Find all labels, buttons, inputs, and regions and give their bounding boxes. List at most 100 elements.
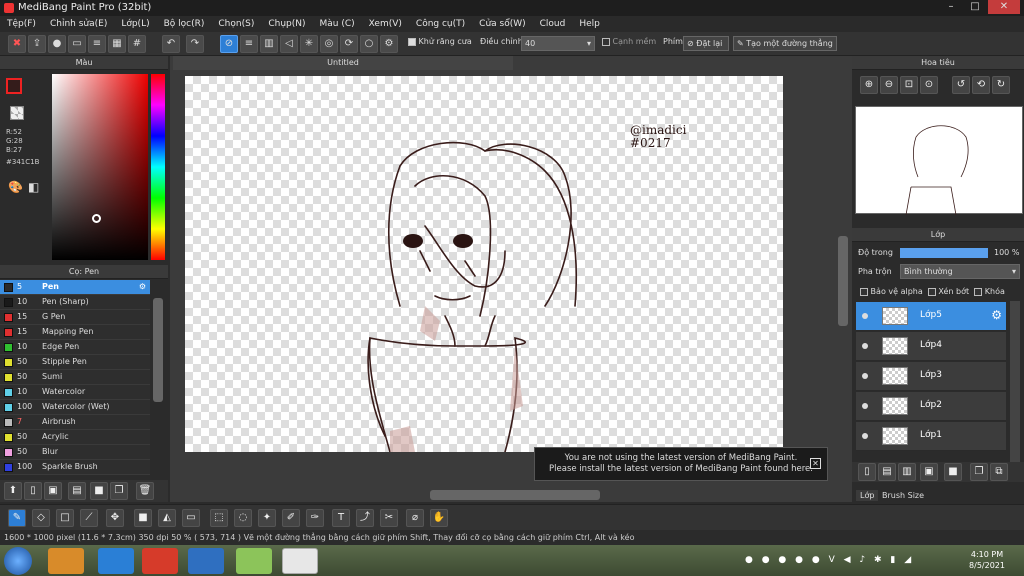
divide-tool-icon[interactable]: ✂ xyxy=(380,509,398,527)
layer-row[interactable]: Lớp2 xyxy=(856,392,1006,421)
brush-trash-icon[interactable]: 🗑 xyxy=(136,482,154,500)
layer-settings-gear-icon[interactable]: ⚙ xyxy=(991,308,1002,322)
antialias-checkbox[interactable] xyxy=(408,37,416,46)
brush-item[interactable]: 100 Sparkle Brush xyxy=(0,460,150,475)
document-icon[interactable]: ≡ xyxy=(88,35,106,53)
color-picker-area[interactable] xyxy=(52,74,148,260)
blend-dropdown[interactable]: Bình thường ▾ xyxy=(900,264,1020,279)
tab-brush-size[interactable]: Brush Size xyxy=(878,490,928,501)
brush-scrollbar[interactable] xyxy=(153,298,163,402)
brush-item[interactable]: 10 Edge Pen xyxy=(0,340,150,355)
edge-checkbox[interactable] xyxy=(602,37,610,46)
menu-edit[interactable]: Chỉnh sửa(E) xyxy=(43,16,114,32)
curve-snap-icon[interactable]: ⟳ xyxy=(340,35,358,53)
close-button[interactable]: ✕ xyxy=(988,0,1020,14)
lasso-tool-icon[interactable]: ◌ xyxy=(234,509,252,527)
brush-item[interactable]: 5 Pen ⚙ xyxy=(0,280,150,295)
menu-snap[interactable]: Chụp(N) xyxy=(261,16,312,32)
layer-menu-icon[interactable]: ▣ xyxy=(920,463,938,481)
brush-tool-icon[interactable]: ✎ xyxy=(8,509,26,527)
rotate-left-icon[interactable]: ↺ xyxy=(952,76,970,94)
brush-settings-gear-icon[interactable]: ⚙ xyxy=(139,280,146,294)
lock-checkbox[interactable] xyxy=(974,287,983,296)
menu-tools[interactable]: Công cụ(T) xyxy=(409,16,472,32)
brush-item[interactable]: 7 Airbrush xyxy=(0,415,150,430)
brush-item[interactable]: 10 Pen (Sharp) xyxy=(0,295,150,310)
new-8bit-layer-icon[interactable]: ▥ xyxy=(898,463,916,481)
layer-row[interactable]: Lớp3 xyxy=(856,362,1006,391)
correction-tool-icon[interactable]: ⟋ xyxy=(80,509,98,527)
magic-wand-icon[interactable]: ✦ xyxy=(258,509,276,527)
adjust-dropdown[interactable]: 40 ▾ xyxy=(521,36,595,51)
menu-window[interactable]: Cửa sổ(W) xyxy=(472,16,532,32)
dot-tool-icon[interactable]: □ xyxy=(56,509,74,527)
app-icon-green[interactable] xyxy=(236,548,272,574)
snap-settings-icon[interactable]: ⚙ xyxy=(380,35,398,53)
gradient-tool-icon[interactable]: ▭ xyxy=(182,509,200,527)
maximize-button[interactable]: □ xyxy=(964,0,986,14)
menu-select[interactable]: Chọn(S) xyxy=(211,16,261,32)
transparent-color-swatch[interactable] xyxy=(10,106,24,120)
brush-item[interactable]: 50 Acrylic xyxy=(0,430,150,445)
menu-filter[interactable]: Bộ lọc(R) xyxy=(157,16,212,32)
reset-button[interactable]: ⊘ Đặt lại xyxy=(683,36,729,51)
bucket-tool-icon[interactable]: ◭ xyxy=(158,509,176,527)
menu-help[interactable]: Help xyxy=(572,16,607,32)
brush-menu-icon[interactable]: ▣ xyxy=(44,482,62,500)
layer-scrollbar[interactable] xyxy=(1010,301,1020,465)
menu-cloud[interactable]: Cloud xyxy=(533,16,573,32)
undo-icon[interactable]: ↶ xyxy=(162,35,180,53)
edge-option[interactable]: Cạnh mềm xyxy=(602,37,656,46)
concentric-snap-icon[interactable]: ◎ xyxy=(320,35,338,53)
export-icon[interactable]: ⇪ xyxy=(28,35,46,53)
zoom-out-icon[interactable]: ⊖ xyxy=(880,76,898,94)
drawing-canvas[interactable]: @imadici #0217 xyxy=(185,76,783,452)
eraser-tool-icon[interactable]: ◇ xyxy=(32,509,50,527)
brush-copy-icon[interactable]: ❐ xyxy=(110,482,128,500)
visibility-icon[interactable] xyxy=(862,403,868,409)
note-icon[interactable]: ▭ xyxy=(68,35,86,53)
visibility-icon[interactable] xyxy=(862,313,868,319)
grid-doc-icon[interactable]: ▦ xyxy=(108,35,126,53)
vanish-snap-icon[interactable]: ◁ xyxy=(280,35,298,53)
brush-item[interactable]: 50 Stipple Pen xyxy=(0,355,150,370)
add-brush-icon[interactable]: ⬆ xyxy=(4,482,22,500)
radial-snap-icon[interactable]: ✳ xyxy=(300,35,318,53)
zoom-in-icon[interactable]: ⊕ xyxy=(860,76,878,94)
circle-snap-icon[interactable]: ○ xyxy=(360,35,378,53)
close-icon[interactable]: ✕ xyxy=(810,458,821,469)
document-tab[interactable]: Untitled xyxy=(173,56,513,70)
brush-item[interactable]: 15 G Pen xyxy=(0,310,150,325)
navigator-preview[interactable] xyxy=(855,106,1023,216)
rotate-reset-icon[interactable]: ⟲ xyxy=(972,76,990,94)
brush-settings-icon[interactable]: ▤ xyxy=(68,482,86,500)
new-brush-icon[interactable]: ▯ xyxy=(24,482,42,500)
start-button[interactable] xyxy=(4,547,32,575)
snap-off-icon[interactable]: ⊘ xyxy=(220,35,238,53)
rotate-right-icon[interactable]: ↻ xyxy=(992,76,1010,94)
eyedropper-icon[interactable]: ⌀ xyxy=(406,509,424,527)
merge-layer-icon[interactable]: ⧉ xyxy=(990,463,1008,481)
palette-icon[interactable]: 🎨 xyxy=(8,180,23,194)
clip-checkbox[interactable] xyxy=(927,287,936,296)
horizontal-scrollbar[interactable] xyxy=(430,490,600,500)
color-picker-cursor[interactable] xyxy=(92,214,101,223)
medibang-taskbar-icon[interactable] xyxy=(282,548,318,574)
brush-item[interactable]: 100 Watercolor (Wet) xyxy=(0,400,150,415)
delete-icon[interactable]: ✖ xyxy=(8,35,26,53)
duplicate-layer-icon[interactable]: ❐ xyxy=(970,463,988,481)
hand-tool-icon[interactable]: ✋ xyxy=(430,509,448,527)
antialias-option[interactable]: Khử răng cưa xyxy=(408,37,472,46)
brush-item[interactable]: 50 Sumi xyxy=(0,370,150,385)
hue-slider[interactable] xyxy=(151,74,165,260)
fill-rect-icon[interactable]: ■ xyxy=(134,509,152,527)
tab-layer[interactable]: Lớp xyxy=(856,490,879,501)
media-player-icon[interactable] xyxy=(48,548,84,574)
chrome-icon[interactable] xyxy=(142,548,178,574)
visibility-icon[interactable] xyxy=(862,433,868,439)
layer-row[interactable]: Lớp4 xyxy=(856,332,1006,361)
skype-icon[interactable] xyxy=(188,548,224,574)
layer-row[interactable]: Lớp1 xyxy=(856,422,1006,451)
opacity-slider[interactable] xyxy=(900,248,988,258)
brush-item[interactable]: 10 Watercolor xyxy=(0,385,150,400)
